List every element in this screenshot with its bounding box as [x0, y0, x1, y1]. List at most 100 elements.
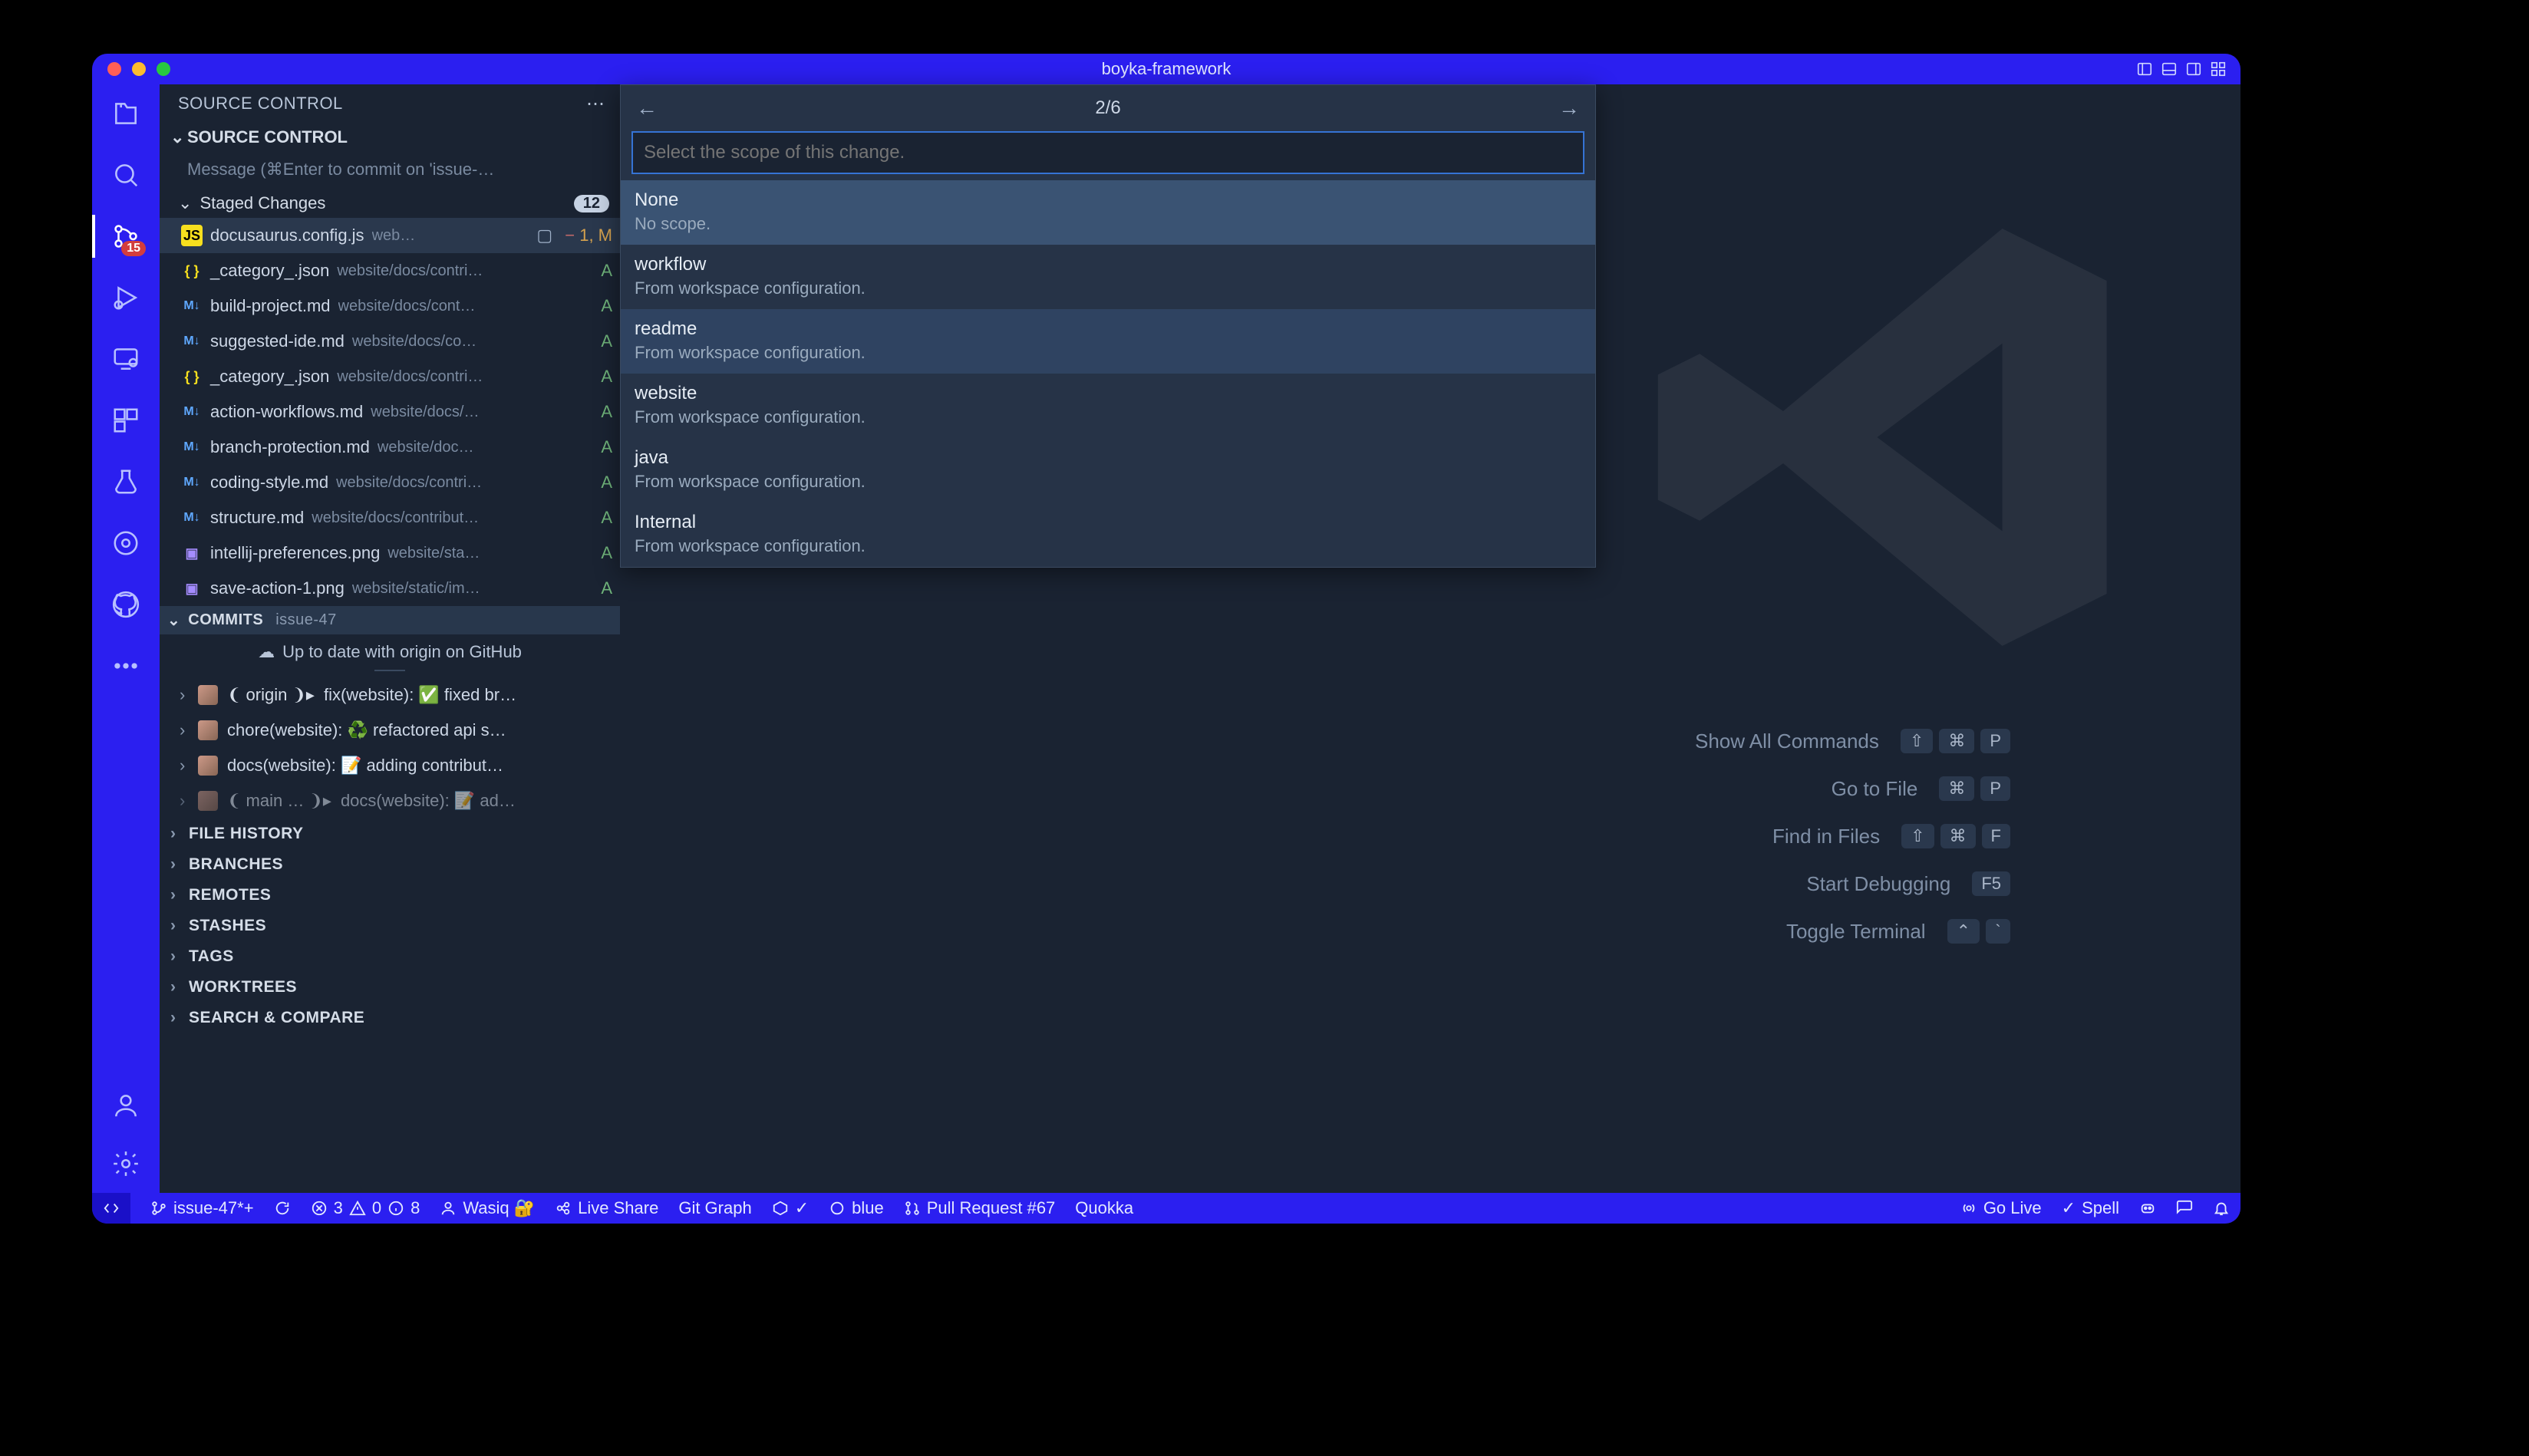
staged-file[interactable]: ▣ intellij-preferences.png website/sta… …	[160, 535, 620, 571]
run-debug-icon[interactable]	[107, 279, 144, 316]
staged-file[interactable]: M↓ suggested-ide.md website/docs/co… A	[160, 324, 620, 359]
chevron-down-icon: ⌄	[170, 127, 181, 147]
gitlens-icon[interactable]	[107, 525, 144, 562]
staged-file[interactable]: { } _category_.json website/docs/contri……	[160, 359, 620, 394]
status-feedback-icon[interactable]	[2176, 1200, 2193, 1217]
file-status: A	[596, 473, 612, 492]
commit-row[interactable]: › ❨ origin ❩▸ fix(website): ✅ fixed br…	[160, 677, 620, 713]
status-pr[interactable]: Pull Request #67	[904, 1198, 1056, 1218]
staged-file[interactable]: JS docusaurus.config.js web… ▢ − 1, M	[160, 218, 620, 253]
status-golive[interactable]: Go Live	[1960, 1198, 2042, 1218]
cmd-show-all: Show All Commands ⇧⌘P	[1695, 729, 2010, 753]
palette-forward-icon[interactable]: →	[1558, 96, 1580, 120]
file-json-icon: { }	[181, 260, 203, 282]
section-remotes[interactable]: ›REMOTES	[160, 880, 620, 911]
palette-item-readme[interactable]: readme From workspace configuration.	[621, 309, 1595, 374]
status-user[interactable]: Wasiq 🔐	[440, 1198, 535, 1218]
file-md-icon: M↓	[181, 472, 203, 493]
commits-header[interactable]: ⌄ COMMITS issue-47	[160, 606, 620, 634]
file-status: A	[596, 402, 612, 422]
status-spell[interactable]: ✓ Spell	[2062, 1198, 2119, 1218]
section-tags[interactable]: ›TAGS	[160, 941, 620, 972]
file-status: A	[596, 543, 612, 563]
palette-item-none[interactable]: None No scope.	[621, 180, 1595, 245]
layout-bottom-icon[interactable]	[2161, 61, 2178, 77]
settings-gear-icon[interactable]	[107, 1145, 144, 1182]
status-problems[interactable]: 3 0 8	[311, 1198, 420, 1218]
staged-file[interactable]: { } _category_.json website/docs/contri……	[160, 253, 620, 288]
scm-badge: 15	[121, 241, 146, 256]
file-md-icon: M↓	[181, 436, 203, 458]
status-liveshare[interactable]: Live Share	[555, 1198, 658, 1218]
accounts-icon[interactable]	[107, 1087, 144, 1124]
palette-input[interactable]	[631, 131, 1584, 174]
chevron-right-icon: ›	[170, 947, 181, 966]
sidebar-more-icon[interactable]: ⋯	[586, 93, 606, 115]
status-bar: issue-47*+ 3 0 8 Wasiq 🔐 Live Share Git …	[92, 1193, 2240, 1224]
palette-item-website[interactable]: website From workspace configuration.	[621, 374, 1595, 438]
status-gitgraph[interactable]: Git Graph	[678, 1198, 751, 1218]
status-branch[interactable]: issue-47*+	[150, 1198, 254, 1218]
palette-item-internal[interactable]: Internal From workspace configuration.	[621, 502, 1595, 567]
chevron-right-icon: ›	[170, 917, 181, 935]
layout-grid-icon[interactable]	[2210, 61, 2227, 77]
chevron-down-icon: ⌄	[167, 611, 180, 630]
file-status: A	[596, 367, 612, 387]
status-copilot-icon[interactable]	[2139, 1200, 2156, 1217]
palette-back-icon[interactable]: ←	[636, 96, 658, 120]
window-controls	[107, 62, 170, 76]
section-search-compare[interactable]: ›SEARCH & COMPARE	[160, 1003, 620, 1033]
palette-progress: 2/6	[673, 97, 1543, 119]
palette-item-workflow[interactable]: workflow From workspace configuration.	[621, 245, 1595, 309]
zoom-window[interactable]	[157, 62, 170, 76]
file-js-icon: JS	[181, 225, 203, 246]
file-md-icon: M↓	[181, 401, 203, 423]
staged-file[interactable]: ▣ save-action-1.png website/static/im… A	[160, 571, 620, 606]
section-file-history[interactable]: ›FILE HISTORY	[160, 819, 620, 849]
avatar	[198, 791, 218, 811]
commits-branch: issue-47	[275, 611, 337, 629]
commit-row[interactable]: › docs(website): 📝 adding contribut…	[160, 748, 620, 783]
commit-message-input[interactable]: Message (⌘Enter to commit on 'issue-…	[187, 155, 609, 184]
remote-explorer-icon[interactable]	[107, 341, 144, 377]
divider	[374, 670, 405, 671]
sidebar-header: SOURCE CONTROL ⋯	[160, 84, 620, 123]
cloud-icon: ☁	[258, 642, 275, 662]
sync-status: ☁ Up to date with origin on GitHub	[160, 634, 620, 665]
status-sync[interactable]	[274, 1200, 291, 1217]
commit-row[interactable]: › ❨ main … ❩▸ docs(website): 📝 ad…	[160, 783, 620, 819]
staged-file[interactable]: M↓ structure.md website/docs/contribut… …	[160, 500, 620, 535]
layout-right-icon[interactable]	[2185, 61, 2202, 77]
testing-icon[interactable]	[107, 463, 144, 500]
section-source-control[interactable]: ⌄ SOURCE CONTROL	[160, 123, 620, 152]
remote-indicator[interactable]	[92, 1193, 130, 1224]
more-icon[interactable]	[107, 647, 144, 684]
staged-file[interactable]: M↓ branch-protection.md website/doc… A	[160, 430, 620, 465]
section-branches[interactable]: ›BRANCHES	[160, 849, 620, 880]
minimize-window[interactable]	[132, 62, 146, 76]
layout-left-icon[interactable]	[2136, 61, 2153, 77]
staged-file[interactable]: M↓ build-project.md website/docs/cont… A	[160, 288, 620, 324]
file-status: − 1, M	[560, 226, 612, 245]
staged-file[interactable]: M↓ action-workflows.md website/docs/… A	[160, 394, 620, 430]
extensions-icon[interactable]	[107, 402, 144, 439]
staged-changes-header[interactable]: ⌄ Staged Changes 12	[160, 189, 620, 218]
status-quokka-color[interactable]: blue	[829, 1198, 884, 1218]
source-control-icon[interactable]: 15	[107, 218, 144, 255]
window-title: boyka-framework	[1102, 59, 1232, 79]
close-window[interactable]	[107, 62, 121, 76]
editor-area: Show All Commands ⇧⌘P Go to File ⌘P Find…	[620, 84, 2240, 1193]
section-worktrees[interactable]: ›WORKTREES	[160, 972, 620, 1003]
section-stashes[interactable]: ›STASHES	[160, 911, 620, 941]
search-icon[interactable]	[107, 156, 144, 193]
explorer-icon[interactable]	[107, 95, 144, 132]
cmd-toggle-terminal: Toggle Terminal ⌃`	[1786, 919, 2010, 944]
staged-file[interactable]: M↓ coding-style.md website/docs/contri… …	[160, 465, 620, 500]
open-file-icon[interactable]: ▢	[536, 226, 552, 245]
status-bell-icon[interactable]	[2213, 1200, 2230, 1217]
palette-item-java[interactable]: java From workspace configuration.	[621, 438, 1595, 502]
github-icon[interactable]	[107, 586, 144, 623]
status-prettier[interactable]: ✓	[772, 1198, 809, 1218]
commit-row[interactable]: › chore(website): ♻️ refactored api s…	[160, 713, 620, 748]
status-quokka[interactable]: Quokka	[1075, 1198, 1133, 1218]
